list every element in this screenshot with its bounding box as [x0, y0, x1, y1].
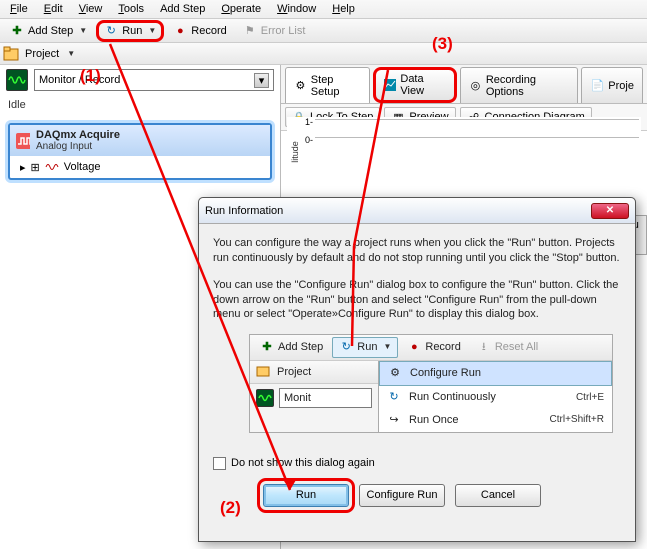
run-icon: ↻ [339, 341, 353, 355]
dialog-p1: You can configure the way a project runs… [213, 236, 621, 266]
record-icon: ● [173, 24, 187, 38]
record-icon: ● [407, 341, 421, 355]
monitor-icon [256, 389, 274, 407]
demo-run: ↻ Run ▼ [332, 337, 398, 358]
project-label: Project [25, 48, 59, 60]
run-once-icon: ↪ [387, 413, 401, 427]
daq-title: DAQmx Acquire [36, 129, 120, 141]
close-button[interactable]: ✕ [591, 203, 629, 219]
run-info-dialog: Run Information ✕ You can configure the … [198, 197, 636, 542]
tape-icon: ◎ [469, 79, 482, 93]
menu-help[interactable]: Help [324, 1, 363, 17]
dropdown-arrow-icon[interactable]: ▼ [67, 49, 75, 58]
tab-step-setup[interactable]: ⚙ Step Setup [285, 67, 370, 103]
menu-configure-run: ⚙ Configure Run [379, 361, 612, 386]
daq-step[interactable]: DAQmx Acquire Analog Input ▸ ⊞ Voltage [8, 123, 272, 180]
project-icon [256, 364, 272, 380]
menu-run-continuously: ↻ Run Continuously Ctrl+E [379, 386, 612, 409]
dialog-title: Run Information [205, 205, 283, 217]
project-bar: Project ▼ [0, 43, 647, 65]
tick-1: 1- [305, 117, 313, 127]
add-step-button[interactable]: ✚ Add Step ▼ [3, 21, 94, 41]
dialog-buttons: Run Configure Run Cancel [249, 478, 635, 517]
daq-icon [16, 134, 30, 148]
menu-window[interactable]: Window [269, 1, 324, 17]
menu-tools[interactable]: Tools [110, 1, 152, 17]
plus-icon: ✚ [10, 24, 24, 38]
gear-icon: ⚙ [388, 366, 402, 380]
tab-data-view[interactable]: Data View [373, 67, 457, 103]
daq-header: DAQmx Acquire Analog Input [10, 125, 270, 156]
menu-file[interactable]: File [2, 1, 36, 17]
mode-combo[interactable]: Monitor / Record ▾ [34, 69, 274, 91]
tree-arrow-icon[interactable]: ▸ [20, 161, 26, 174]
menu-view[interactable]: View [71, 1, 111, 17]
demo-record: ● Record [400, 337, 467, 358]
chart-icon [384, 78, 397, 92]
menu-run-once: ↪ Run Once Ctrl+Shift+R [379, 409, 612, 432]
tick-0: 0- [305, 135, 313, 145]
tab-project[interactable]: 📄 Proje [581, 67, 643, 103]
project-icon [3, 46, 19, 62]
menubar: File Edit View Tools Add Step Operate Wi… [0, 0, 647, 19]
demo-dropdown-menu: ⚙ Configure Run ↻ Run Continuously Ctrl+… [378, 361, 612, 432]
annotation-1: (1) [80, 66, 101, 86]
dialog-titlebar[interactable]: Run Information ✕ [199, 198, 635, 224]
run-icon: ↻ [104, 24, 118, 38]
dropdown-arrow-icon: ▼ [79, 26, 87, 35]
demo-toolbar: ✚ Add Step ↻ Run ▼ ● Record ⭳ Reset All [249, 334, 613, 432]
demo-add-step: ✚ Add Step [253, 337, 330, 358]
dropdown-arrow-icon: ▼ [383, 342, 391, 353]
tab-strip: ⚙ Step Setup Data View ◎ Recording Optio… [281, 65, 647, 104]
run-dialog-button[interactable]: Run [263, 484, 349, 507]
demo-monitor: Monit [250, 384, 378, 412]
menu-operate[interactable]: Operate [213, 1, 269, 17]
record-label: Record [191, 25, 226, 37]
menu-edit[interactable]: Edit [36, 1, 71, 17]
run-label: Run [122, 25, 142, 37]
cancel-button[interactable]: Cancel [455, 484, 541, 507]
doc-icon: 📄 [590, 79, 604, 93]
dropdown-arrow-icon: ▼ [148, 26, 156, 35]
plus-icon: ✚ [260, 341, 274, 355]
record-button[interactable]: ● Record [166, 21, 233, 41]
checkbox-label: Do not show this dialog again [231, 457, 375, 469]
checkbox[interactable] [213, 457, 226, 470]
demo-project: Project [250, 361, 378, 384]
status-text: Idle [0, 95, 280, 115]
error-icon: ⚑ [243, 24, 257, 38]
tab-recording[interactable]: ◎ Recording Options [460, 67, 578, 103]
demo-reset: ⭳ Reset All [470, 337, 545, 358]
reset-icon: ⭳ [477, 341, 491, 355]
run-button[interactable]: ↻ Run ▼ [96, 20, 164, 42]
daq-child-row[interactable]: ▸ ⊞ Voltage [10, 156, 270, 178]
y-axis-label: litude [290, 141, 300, 163]
dont-show-row[interactable]: Do not show this dialog again [199, 449, 635, 478]
run-icon: ↻ [387, 390, 401, 404]
error-list-label: Error List [261, 25, 306, 37]
signal-icon [45, 160, 59, 174]
daq-subtitle: Analog Input [36, 141, 120, 152]
menu-add-step[interactable]: Add Step [152, 1, 213, 17]
configure-run-button[interactable]: Configure Run [359, 484, 445, 507]
annotation-3: (3) [432, 34, 453, 54]
dialog-p2: You can use the "Configure Run" dialog b… [213, 278, 621, 323]
monitor-icon[interactable] [6, 69, 28, 91]
main-toolbar: ✚ Add Step ▼ ↻ Run ▼ ● Record ⚑ Error Li… [0, 19, 647, 43]
dialog-body: You can configure the way a project runs… [199, 224, 635, 449]
gear-icon: ⚙ [294, 79, 307, 93]
annotation-2: (2) [220, 498, 241, 518]
chevron-down-icon: ▾ [254, 73, 269, 88]
error-list-button[interactable]: ⚑ Error List [236, 21, 313, 41]
expand-icon[interactable]: ⊞ [31, 161, 40, 174]
daq-child-label: Voltage [64, 161, 101, 173]
add-step-label: Add Step [28, 25, 73, 37]
